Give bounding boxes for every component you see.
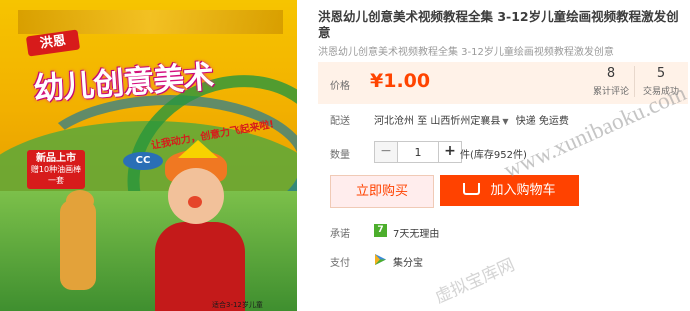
payment-icon	[374, 253, 387, 266]
price-box: 价格 ¥1.00 8 累计评论 5 交易成功	[318, 62, 688, 104]
sales-count: 5	[656, 66, 666, 81]
product-image[interactable]: 洪恩 幼儿创意美术 让我动力，创意力飞起来啦! 新品上市 赠10种油画棒一套 C…	[0, 0, 297, 311]
character-cape-illustration	[155, 222, 245, 311]
character-nose-illustration	[188, 196, 202, 208]
reviews-stat[interactable]: 8 累计评论	[588, 66, 635, 97]
quantity-stepper: − +	[374, 141, 462, 163]
badge-line2: 赠10种油画棒一套	[30, 165, 82, 185]
box-badge: 新品上市 赠10种油画棒一套	[27, 150, 85, 189]
buy-now-button[interactable]: 立即购买	[330, 175, 434, 208]
shipping-label: 配送	[330, 116, 350, 127]
promise-text[interactable]: 7天无理由	[393, 225, 439, 240]
box-handle-strip	[18, 10, 283, 34]
publisher-logo: CC	[123, 152, 163, 170]
shipping-destination-select[interactable]: 山西忻州定襄县	[430, 116, 500, 127]
quantity-label: 数量	[330, 150, 350, 161]
product-title: 洪恩幼儿创意美术视频教程全集 3-12岁儿童绘画视频教程激发创意	[318, 9, 679, 40]
price-value: ¥1.00	[370, 70, 431, 92]
box-grass-art	[0, 191, 297, 311]
shipping-from: 河北沧州	[374, 116, 414, 127]
add-to-cart-label: 加入购物车	[490, 183, 556, 198]
watermark-site-name: 虚拟宝库网	[432, 254, 518, 307]
shipping-to-word: 至	[417, 116, 428, 127]
caret-down-icon[interactable]: ▼	[502, 117, 508, 126]
shipping-method: 快递 免运费	[515, 116, 569, 127]
seven-day-return-icon: 7	[374, 224, 387, 237]
giraffe-head-illustration	[66, 190, 94, 212]
payment-text: 集分宝	[393, 258, 423, 269]
price-label: 价格	[330, 81, 350, 92]
quantity-decrease-button[interactable]: −	[375, 142, 397, 162]
quantity-input[interactable]	[397, 142, 439, 162]
payment-label: 支付	[330, 258, 350, 269]
reviews-label: 累计评论	[592, 87, 629, 97]
box-footer-text: 适合3-12岁儿童	[212, 301, 263, 309]
product-subtitle: 洪恩幼儿创意美术视频教程全集 3-12岁儿童绘画视频教程激发创意	[318, 47, 614, 58]
giraffe-illustration	[60, 200, 96, 290]
reviews-count: 8	[606, 66, 616, 81]
cart-icon	[463, 182, 481, 195]
quantity-increase-button[interactable]: +	[439, 142, 461, 162]
badge-line1: 新品上市	[36, 153, 76, 164]
promise-label: 承诺	[330, 229, 350, 240]
crown-icon	[178, 140, 218, 158]
shipping-row: 河北沧州 至 山西忻州定襄县 ▼ 快递 免运费	[374, 112, 569, 127]
